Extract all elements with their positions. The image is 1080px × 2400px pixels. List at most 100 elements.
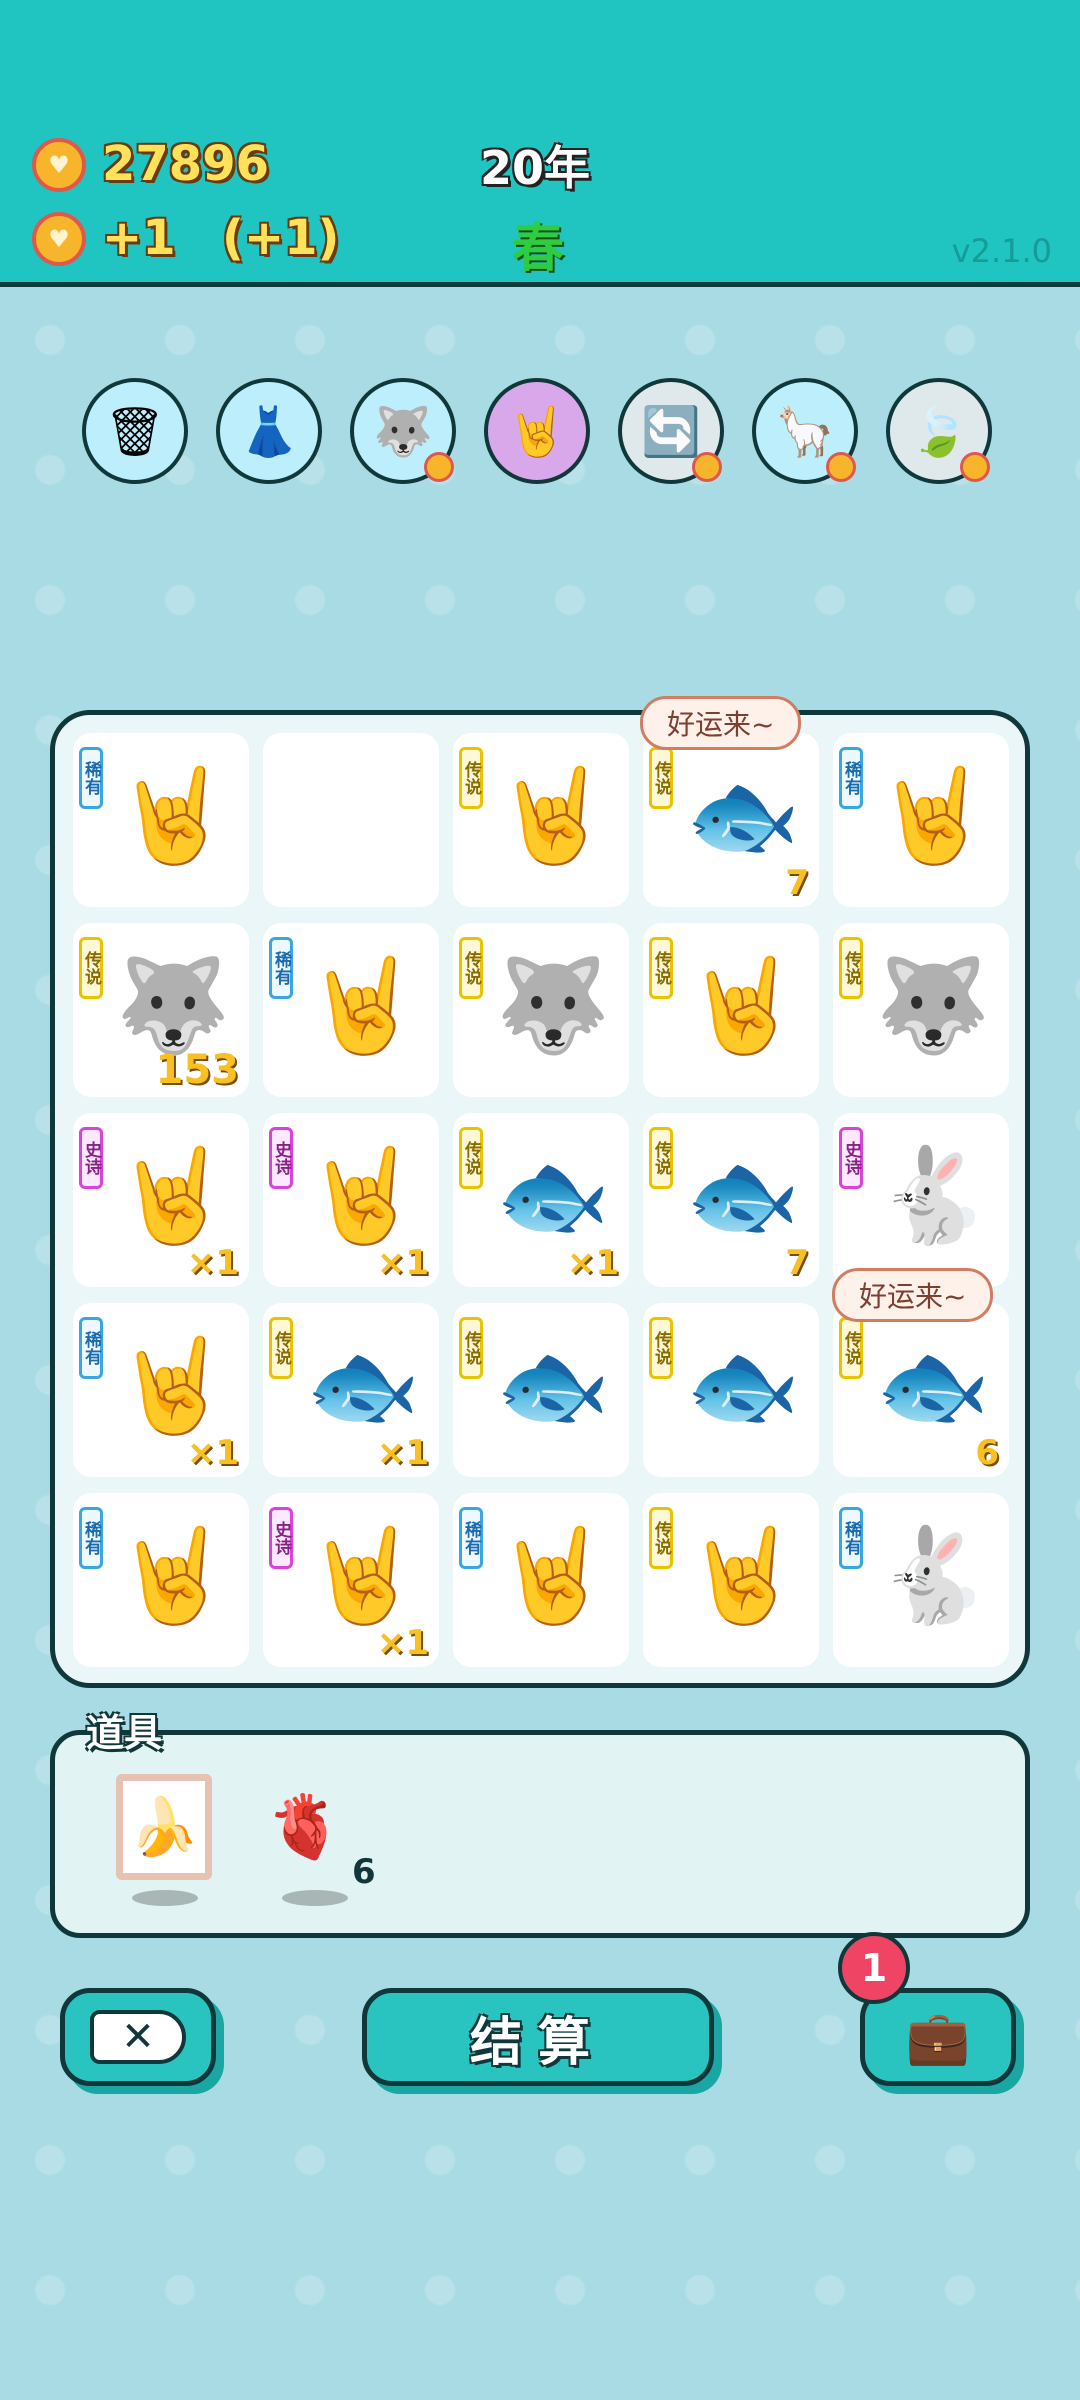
rarity-tag: 传说 [649, 747, 673, 809]
rock-hand-tool-button[interactable]: 🤘 [484, 378, 590, 484]
husky-icon: 🐺 [373, 403, 433, 460]
board-cell[interactable]: 传说 🐟 [453, 1303, 629, 1477]
close-icon: ✕ [90, 2010, 186, 2064]
rarity-tag: 稀有 [79, 1507, 103, 1569]
skirt-icon: 👗 [239, 403, 299, 460]
liver-icon: 🫀 [266, 1790, 344, 1863]
settle-button[interactable]: 结算 [362, 1988, 714, 2086]
item-count: ×1 [376, 1243, 429, 1283]
board-cell[interactable]: 稀有 🤘 [73, 1493, 249, 1667]
board-cell[interactable]: 传说 🐟 [643, 1303, 819, 1477]
board-cell[interactable] [263, 733, 439, 907]
rarity-tag: 传说 [269, 1317, 293, 1379]
rock-hand-icon: 🤘 [507, 403, 567, 460]
item-icon: 🐟 [305, 1332, 421, 1439]
item-icon: 🐟 [685, 1332, 801, 1439]
coin-badge-icon [826, 452, 856, 482]
item-icon: 🤘 [305, 1522, 421, 1629]
skirt-tool-button[interactable]: 👗 [216, 378, 322, 484]
item-icon: 🤘 [115, 1332, 231, 1439]
board-cell[interactable]: 传说 🐟 7 [643, 733, 819, 907]
item-count: ×1 [376, 1623, 429, 1663]
rarity-tag: 传说 [649, 1127, 673, 1189]
rarity-tag: 传说 [459, 937, 483, 999]
item-icon: 🐟 [495, 1332, 611, 1439]
speech-bubble: 好运来~ [640, 696, 802, 750]
item-count: 6 [975, 1433, 999, 1473]
rarity-tag: 稀有 [839, 747, 863, 809]
item-icon: 🤘 [115, 762, 231, 869]
top-bar: ♥ 27896 ♥ +1 (+1) 20年 春 v2.1.0 [0, 0, 1080, 287]
board-cell[interactable]: 史诗 🤘 ×1 [73, 1113, 249, 1287]
liver-count: 6 [352, 1852, 376, 1892]
rarity-tag: 传说 [839, 1317, 863, 1379]
coin-bonus: (+1) [222, 210, 340, 266]
item-count: 7 [785, 1243, 809, 1283]
item-shadow [132, 1890, 198, 1906]
item-icon: 🐺 [495, 952, 611, 1059]
alpacas-icon: 🦙 [775, 403, 835, 460]
game-board: 稀有 🤘 传说 🤘 传说 🐟 7 稀有 🤘 传说 🐺 153 稀有 🤘 传说 🐺 传说 🤘 传说 🐺 史诗 🤘 ×1 史诗 🤘 ×… [50, 710, 1030, 1688]
item-icon: 🤘 [305, 1142, 421, 1249]
husky-tool-button[interactable]: 🐺 [350, 378, 456, 484]
rarity-tag: 稀有 [269, 937, 293, 999]
board-cell[interactable]: 稀有 🤘 [453, 1493, 629, 1667]
board-cell[interactable]: 传说 🐺 [453, 923, 629, 1097]
liver-item[interactable]: 🫀 [266, 1790, 343, 1864]
item-icon: 🐺 [875, 952, 991, 1059]
rarity-tag: 史诗 [269, 1507, 293, 1569]
coin-icon: ♥ [32, 138, 86, 192]
board-cell[interactable]: 史诗 🤘 ×1 [263, 1113, 439, 1287]
close-button[interactable]: ✕ [60, 1988, 216, 2086]
leaf-icon: 🍃 [909, 403, 969, 460]
board-cell[interactable]: 稀有 🤘 [263, 923, 439, 1097]
board-cell[interactable]: 稀有 🤘 [833, 733, 1009, 907]
rarity-tag: 史诗 [269, 1127, 293, 1189]
board-cell[interactable]: 传说 🐺 153 [73, 923, 249, 1097]
rarity-tag: 传说 [459, 1317, 483, 1379]
board-cell[interactable]: 稀有 🤘 [73, 733, 249, 907]
year-label: 20年 [480, 141, 591, 195]
leaf-tool-button[interactable]: 🍃 [886, 378, 992, 484]
version-label: v2.1.0 [951, 232, 1052, 270]
item-icon: 🤘 [305, 952, 421, 1059]
rarity-tag: 稀有 [79, 747, 103, 809]
rarity-tag: 稀有 [459, 1507, 483, 1569]
rarity-tag: 传说 [649, 1317, 673, 1379]
rarity-tag: 稀有 [79, 1317, 103, 1379]
briefcase-icon: 💼 [905, 2007, 971, 2068]
board-cell[interactable]: 传说 🤘 [453, 733, 629, 907]
board-cell[interactable]: 史诗 🤘 ×1 [263, 1493, 439, 1667]
board-cell[interactable]: 稀有 🤘 ×1 [73, 1303, 249, 1477]
board-cell[interactable]: 传说 🤘 [643, 923, 819, 1097]
board-cell[interactable]: 史诗 🐇 [833, 1113, 1009, 1287]
speech-bubble: 好运来~ [832, 1268, 994, 1322]
item-icon: 🐇 [875, 1522, 991, 1629]
item-icon: 🤘 [495, 1522, 611, 1629]
board-cell[interactable]: 传说 🐺 [833, 923, 1009, 1097]
item-icon: 🐇 [875, 1142, 991, 1249]
garbage-bag-icon: 🗑 [104, 403, 166, 460]
item-icon: 🤘 [115, 1142, 231, 1249]
board-cell[interactable]: 传说 🐟 7 [643, 1113, 819, 1287]
item-icon: 🐟 [495, 1142, 611, 1249]
season-label: 春 [512, 219, 565, 279]
board-cell[interactable]: 传说 🐟 6 [833, 1303, 1009, 1477]
item-icon: 🤘 [495, 762, 611, 869]
coin-total: 27896 [102, 136, 269, 192]
rarity-tag: 传说 [79, 937, 103, 999]
coin-badge-icon [960, 452, 990, 482]
refresh-tool-button[interactable]: 🔄 [618, 378, 724, 484]
item-count: ×1 [186, 1243, 239, 1283]
board-cell[interactable]: 传说 🐟 ×1 [453, 1113, 629, 1287]
board-cell[interactable]: 传说 🤘 [643, 1493, 819, 1667]
rarity-tag: 稀有 [839, 1507, 863, 1569]
alpacas-tool-button[interactable]: 🦙 [752, 378, 858, 484]
banana-item[interactable]: 🍌 [116, 1774, 212, 1880]
item-icon: 🐟 [685, 762, 801, 869]
board-cell[interactable]: 稀有 🐇 [833, 1493, 1009, 1667]
items-title: 道具 [86, 1711, 163, 1755]
banana-icon: 🍌 [129, 1795, 199, 1860]
garbage-bag-tool-button[interactable]: 🗑 [82, 378, 188, 484]
board-cell[interactable]: 传说 🐟 ×1 [263, 1303, 439, 1477]
